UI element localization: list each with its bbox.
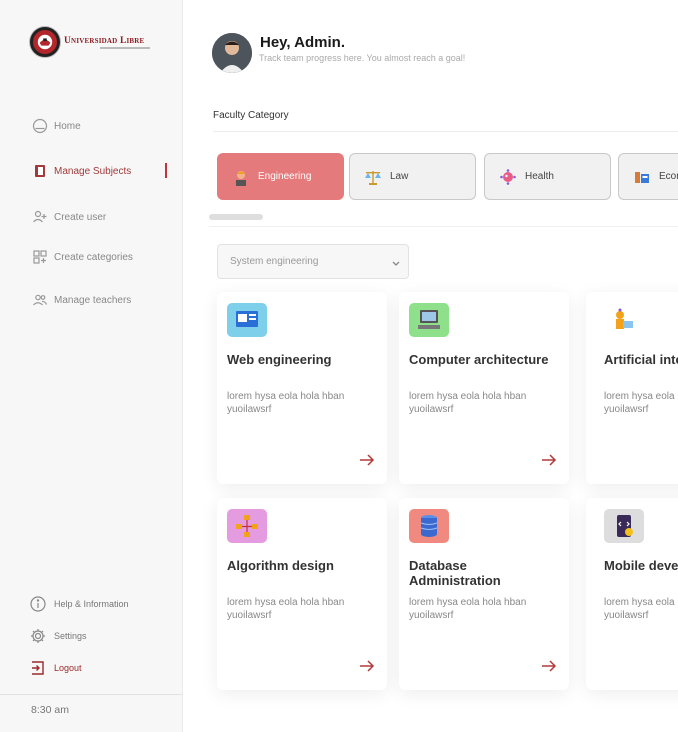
- logo-tagline: [100, 46, 150, 49]
- select-value: System engineering: [230, 256, 319, 267]
- database-icon: [409, 509, 449, 543]
- settings-label: Settings: [54, 631, 87, 641]
- greeting-subtitle: Track team progress here. You almost rea…: [259, 53, 466, 63]
- sidebar-item-label: Home: [54, 120, 81, 132]
- arrow-right-icon[interactable]: [358, 657, 376, 675]
- subject-card-database-administration[interactable]: Database Administration lorem hysa eola …: [399, 498, 569, 690]
- subject-filter-select[interactable]: System engineering: [217, 244, 409, 279]
- sidebar-item-label: Manage Subjects: [54, 165, 132, 177]
- university-seal-icon: [30, 27, 60, 57]
- category-tab-health[interactable]: Health: [484, 153, 611, 200]
- logo-name: Universidad Libre: [64, 35, 145, 46]
- card-description: lorem hysa eola hola hban yuoilawsrf: [227, 391, 345, 415]
- sidebar-item-label: Create user: [54, 211, 107, 223]
- category-label: Law: [390, 171, 409, 182]
- users-icon: [32, 292, 48, 308]
- engineer-icon: [232, 168, 250, 186]
- subject-card-mobile-development[interactable]: Mobile development lorem hysa eola hola …: [586, 498, 678, 690]
- category-label: Engineering: [258, 171, 312, 182]
- card-description: lorem hysa eola hola hban yuoilawsrf: [409, 597, 527, 621]
- subject-card-web-engineering[interactable]: Web engineering lorem hysa eola hola hba…: [217, 292, 387, 484]
- web-icon: [227, 303, 267, 337]
- info-icon: [30, 596, 46, 612]
- mobile-code-icon: [604, 509, 644, 543]
- category-tab-econ[interactable]: Econ: [618, 153, 678, 200]
- sidebar-item-manage-subjects[interactable]: Manage Subjects: [32, 163, 131, 179]
- sidebar-item-label: Create categories: [54, 251, 133, 263]
- card-description: lorem hysa eola hola hban yuoilawsrf: [604, 597, 678, 621]
- arrow-right-icon[interactable]: [540, 657, 558, 675]
- logout-icon: [30, 660, 46, 676]
- sidebar: Universidad Libre Home Manage Subjects C…: [0, 0, 183, 732]
- card-description: lorem hysa eola hola hban yuoilawsrf: [604, 391, 678, 415]
- clock-time: 8:30 am: [31, 704, 69, 716]
- arrow-right-icon[interactable]: [540, 451, 558, 469]
- economy-icon: [633, 168, 651, 186]
- logout-button[interactable]: Logout: [30, 660, 82, 676]
- sidebar-item-create-categories[interactable]: Create categories: [32, 249, 133, 265]
- help-label: Help & Information: [54, 599, 129, 609]
- category-tab-engineering[interactable]: Engineering: [217, 153, 344, 200]
- gear-icon: [30, 628, 46, 644]
- faculty-category-label: Faculty Category: [213, 110, 289, 121]
- card-description: lorem hysa eola hola hban yuoilawsrf: [409, 391, 527, 415]
- category-tab-law[interactable]: Law: [349, 153, 476, 200]
- subject-card-artificial-intelligence[interactable]: Artificial intelligence lorem hysa eola …: [586, 292, 678, 484]
- active-indicator: [165, 163, 167, 178]
- divider: [213, 131, 678, 132]
- help-information-link[interactable]: Help & Information: [30, 596, 129, 612]
- sidebar-item-label: Manage teachers: [54, 294, 132, 306]
- computer-icon: [409, 303, 449, 337]
- book-icon: [32, 163, 48, 179]
- scales-icon: [364, 168, 382, 186]
- divider: [0, 694, 183, 695]
- divider: [209, 226, 678, 227]
- user-plus-icon: [32, 209, 48, 225]
- greeting-title: Hey, Admin.: [260, 34, 346, 51]
- grid-plus-icon: [32, 249, 48, 265]
- card-title: Mobile development: [604, 558, 678, 573]
- chevron-down-icon: [392, 261, 400, 266]
- sidebar-item-home[interactable]: Home: [32, 118, 81, 134]
- subject-card-computer-architecture[interactable]: Computer architecture lorem hysa eola ho…: [399, 292, 569, 484]
- sidebar-item-create-user[interactable]: Create user: [32, 209, 106, 225]
- settings-link[interactable]: Settings: [30, 628, 87, 644]
- card-title: Computer architecture: [409, 352, 549, 367]
- avatar[interactable]: [212, 33, 252, 73]
- robot-icon: [602, 303, 642, 337]
- virus-icon: [499, 168, 517, 186]
- logout-label: Logout: [54, 663, 82, 673]
- category-label: Econ: [659, 171, 678, 182]
- card-title: Artificial intelligence: [604, 352, 678, 367]
- logo[interactable]: Universidad Libre: [30, 27, 150, 57]
- card-title: Database Administration: [409, 558, 501, 588]
- sidebar-item-manage-teachers[interactable]: Manage teachers: [32, 292, 131, 308]
- scrollbar-thumb[interactable]: [209, 214, 263, 220]
- home-icon: [32, 118, 48, 134]
- card-title: Algorithm design: [227, 558, 334, 573]
- subject-card-algorithm-design[interactable]: Algorithm design lorem hysa eola hola hb…: [217, 498, 387, 690]
- card-description: lorem hysa eola hola hban yuoilawsrf: [227, 597, 345, 621]
- arrow-right-icon[interactable]: [358, 451, 376, 469]
- category-label: Health: [525, 171, 554, 182]
- card-title: Web engineering: [227, 352, 332, 367]
- flowchart-icon: [227, 509, 267, 543]
